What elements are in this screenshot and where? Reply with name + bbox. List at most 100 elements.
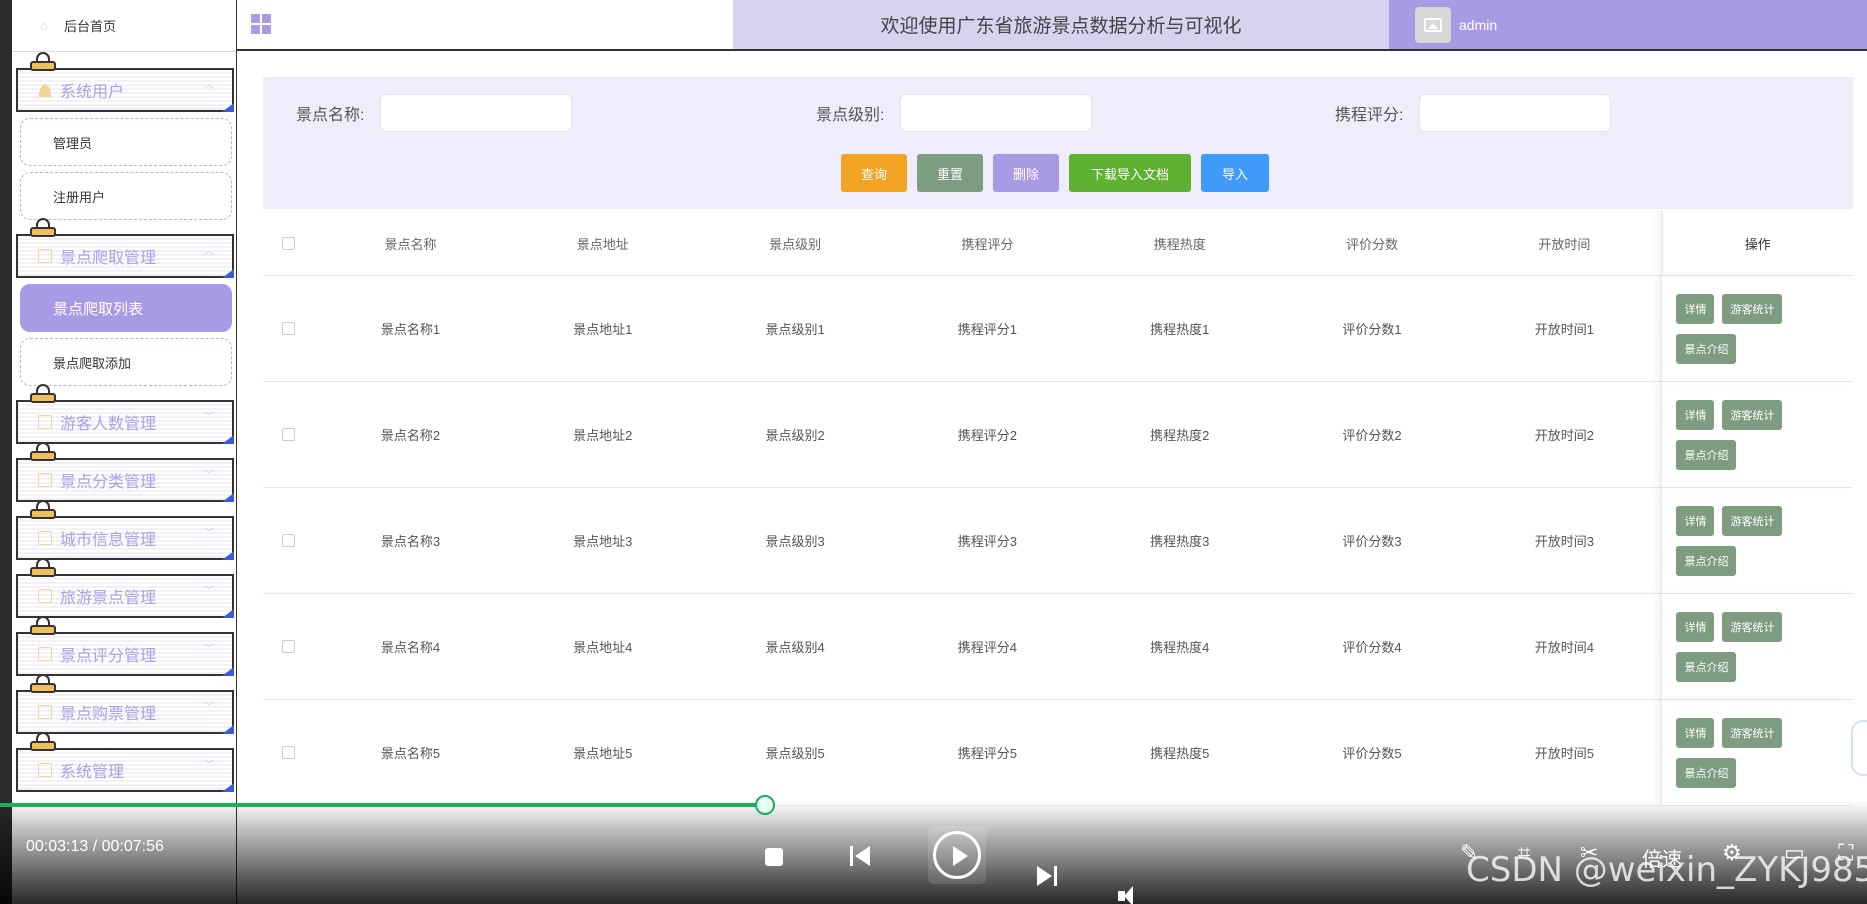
table-cell: 携程热度5	[1150, 746, 1210, 761]
menu-grid-icon[interactable]	[251, 14, 271, 34]
row-checkbox[interactable]	[282, 322, 296, 335]
table-cell: 开放时间3	[1534, 534, 1594, 549]
column-header[interactable]: 携程热度	[1084, 234, 1276, 253]
detail-button[interactable]: 详情	[1676, 293, 1715, 324]
home-icon: ⌂	[40, 17, 48, 33]
menu-group-label: 系统管理	[60, 764, 125, 781]
avatar[interactable]	[1415, 6, 1451, 43]
table-cell: 景点名称3	[380, 534, 441, 549]
table-cell: 景点地址5	[573, 746, 633, 761]
intro-button[interactable]: 景点介绍	[1676, 757, 1737, 788]
intro-button[interactable]: 景点介绍	[1676, 651, 1737, 682]
menu-group-system[interactable]: 系统管理 ﹀	[16, 732, 234, 792]
delete-button[interactable]: 删除	[993, 154, 1059, 192]
intro-button[interactable]: 景点介绍	[1676, 545, 1737, 576]
row-actions: 详情 游客统计 景点介绍	[1660, 382, 1853, 487]
column-header[interactable]: 景点地址	[507, 234, 699, 253]
menu-group-crawl[interactable]: 景点爬取管理 ︿	[16, 218, 234, 278]
table-cell: 携程热度1	[1150, 322, 1210, 337]
menu-group-label: 系统用户	[60, 84, 125, 101]
intro-button[interactable]: 景点介绍	[1676, 439, 1737, 470]
row-actions: 详情 游客统计 景点介绍	[1660, 700, 1853, 805]
column-header[interactable]: 携程评分	[891, 234, 1083, 253]
select-all-checkbox[interactable]	[282, 236, 296, 250]
menu-group-tickets[interactable]: 景点购票管理 ﹀	[16, 674, 234, 734]
table-cell: 携程评分4	[957, 640, 1017, 655]
table-cell: 景点级别5	[765, 746, 825, 761]
play-button[interactable]	[928, 826, 986, 884]
table-row: 景点名称5 景点地址5 景点级别5 携程评分5 携程热度5 评价分数5 开放时间…	[263, 700, 1853, 806]
column-header[interactable]: 景点名称	[314, 234, 506, 253]
user-menu[interactable]: admin	[1389, 0, 1867, 49]
row-checkbox[interactable]	[282, 534, 296, 547]
volume-icon[interactable]	[1118, 886, 1144, 904]
detail-button[interactable]: 详情	[1676, 399, 1715, 430]
window-edge	[0, 0, 12, 904]
visitor-stats-button[interactable]: 游客统计	[1722, 611, 1783, 642]
detail-button[interactable]: 详情	[1676, 505, 1715, 536]
corner-fold	[222, 493, 234, 502]
menu-group-category[interactable]: 景点分类管理 ﹀	[16, 442, 234, 502]
visitor-stats-button[interactable]: 游客统计	[1722, 717, 1783, 748]
search-input-name[interactable]	[380, 94, 572, 132]
sidebar-item-crawl-list[interactable]: 景点爬取列表	[20, 284, 232, 332]
reset-button[interactable]: 重置	[917, 154, 983, 192]
column-header[interactable]: 景点级别	[699, 234, 891, 253]
doc-icon	[38, 415, 52, 429]
image-icon	[1424, 17, 1442, 32]
search-input-level[interactable]	[900, 94, 1092, 132]
floating-help-icon[interactable]	[1851, 720, 1867, 776]
table-cell: 评价分数3	[1342, 534, 1402, 549]
sidebar-item-crawl-add[interactable]: 景点爬取添加	[20, 338, 232, 386]
column-header[interactable]: 评价分数	[1276, 234, 1468, 253]
menu-group-system-users[interactable]: 系统用户 ︿	[16, 52, 234, 112]
corner-fold	[222, 609, 234, 618]
progress-handle[interactable]	[755, 795, 775, 815]
search-field-rating: 携程评分:	[1335, 94, 1611, 132]
menu-group-city[interactable]: 城市信息管理 ﹀	[16, 500, 234, 560]
binder-clip-icon	[28, 732, 58, 754]
row-checkbox[interactable]	[282, 428, 296, 441]
sidebar-item-admin[interactable]: 管理员	[20, 118, 232, 166]
visitor-stats-button[interactable]: 游客统计	[1722, 505, 1783, 536]
previous-icon[interactable]	[850, 846, 872, 866]
column-header[interactable]: 开放时间	[1468, 234, 1660, 253]
stop-icon[interactable]	[765, 848, 783, 866]
table-cell: 景点级别2	[765, 428, 825, 443]
detail-button[interactable]: 详情	[1676, 611, 1715, 642]
chevron-up-icon: ︿	[204, 246, 214, 257]
binder-clip-icon	[28, 442, 58, 464]
menu-group-label: 城市信息管理	[60, 532, 157, 549]
intro-button[interactable]: 景点介绍	[1676, 333, 1737, 364]
menu-group-visitors[interactable]: 游客人数管理 ﹀	[16, 384, 234, 444]
doc-icon	[38, 589, 52, 603]
table-cell: 携程热度3	[1150, 534, 1210, 549]
next-icon[interactable]	[1035, 866, 1057, 886]
table-cell: 携程热度4	[1150, 640, 1210, 655]
table-cell: 评价分数2	[1342, 428, 1402, 443]
binder-clip-icon	[28, 218, 58, 240]
sidebar-item-registered-users[interactable]: 注册用户	[20, 172, 232, 220]
menu-group-attractions[interactable]: 旅游景点管理 ﹀	[16, 558, 234, 618]
row-checkbox[interactable]	[282, 746, 296, 759]
search-field-level: 景点级别:	[816, 94, 1092, 132]
action-buttons: 查询 重置 删除 下载导入文档 导入	[841, 154, 1279, 192]
sidebar-home[interactable]: ⌂ 后台首页	[12, 0, 236, 52]
menu-group-ratings[interactable]: 景点评分管理 ﹀	[16, 616, 234, 676]
corner-fold	[222, 435, 234, 444]
download-template-button[interactable]: 下载导入文档	[1069, 154, 1191, 192]
visitor-stats-button[interactable]: 游客统计	[1722, 399, 1783, 430]
table-header: 景点名称 景点地址 景点级别 携程评分 携程热度 评价分数 开放时间 操作	[263, 211, 1853, 276]
row-checkbox[interactable]	[282, 640, 296, 653]
visitor-stats-button[interactable]: 游客统计	[1722, 293, 1783, 324]
binder-clip-icon	[28, 616, 58, 638]
row-actions: 详情 游客统计 景点介绍	[1660, 594, 1853, 699]
detail-button[interactable]: 详情	[1676, 717, 1715, 748]
import-button[interactable]: 导入	[1201, 154, 1269, 192]
menu-group-label: 景点评分管理	[60, 648, 157, 665]
play-icon	[933, 831, 981, 879]
query-button[interactable]: 查询	[841, 154, 907, 192]
search-input-rating[interactable]	[1419, 94, 1611, 132]
table-cell: 携程评分3	[957, 534, 1017, 549]
data-table: 景点名称 景点地址 景点级别 携程评分 携程热度 评价分数 开放时间 操作 景点…	[263, 211, 1853, 806]
